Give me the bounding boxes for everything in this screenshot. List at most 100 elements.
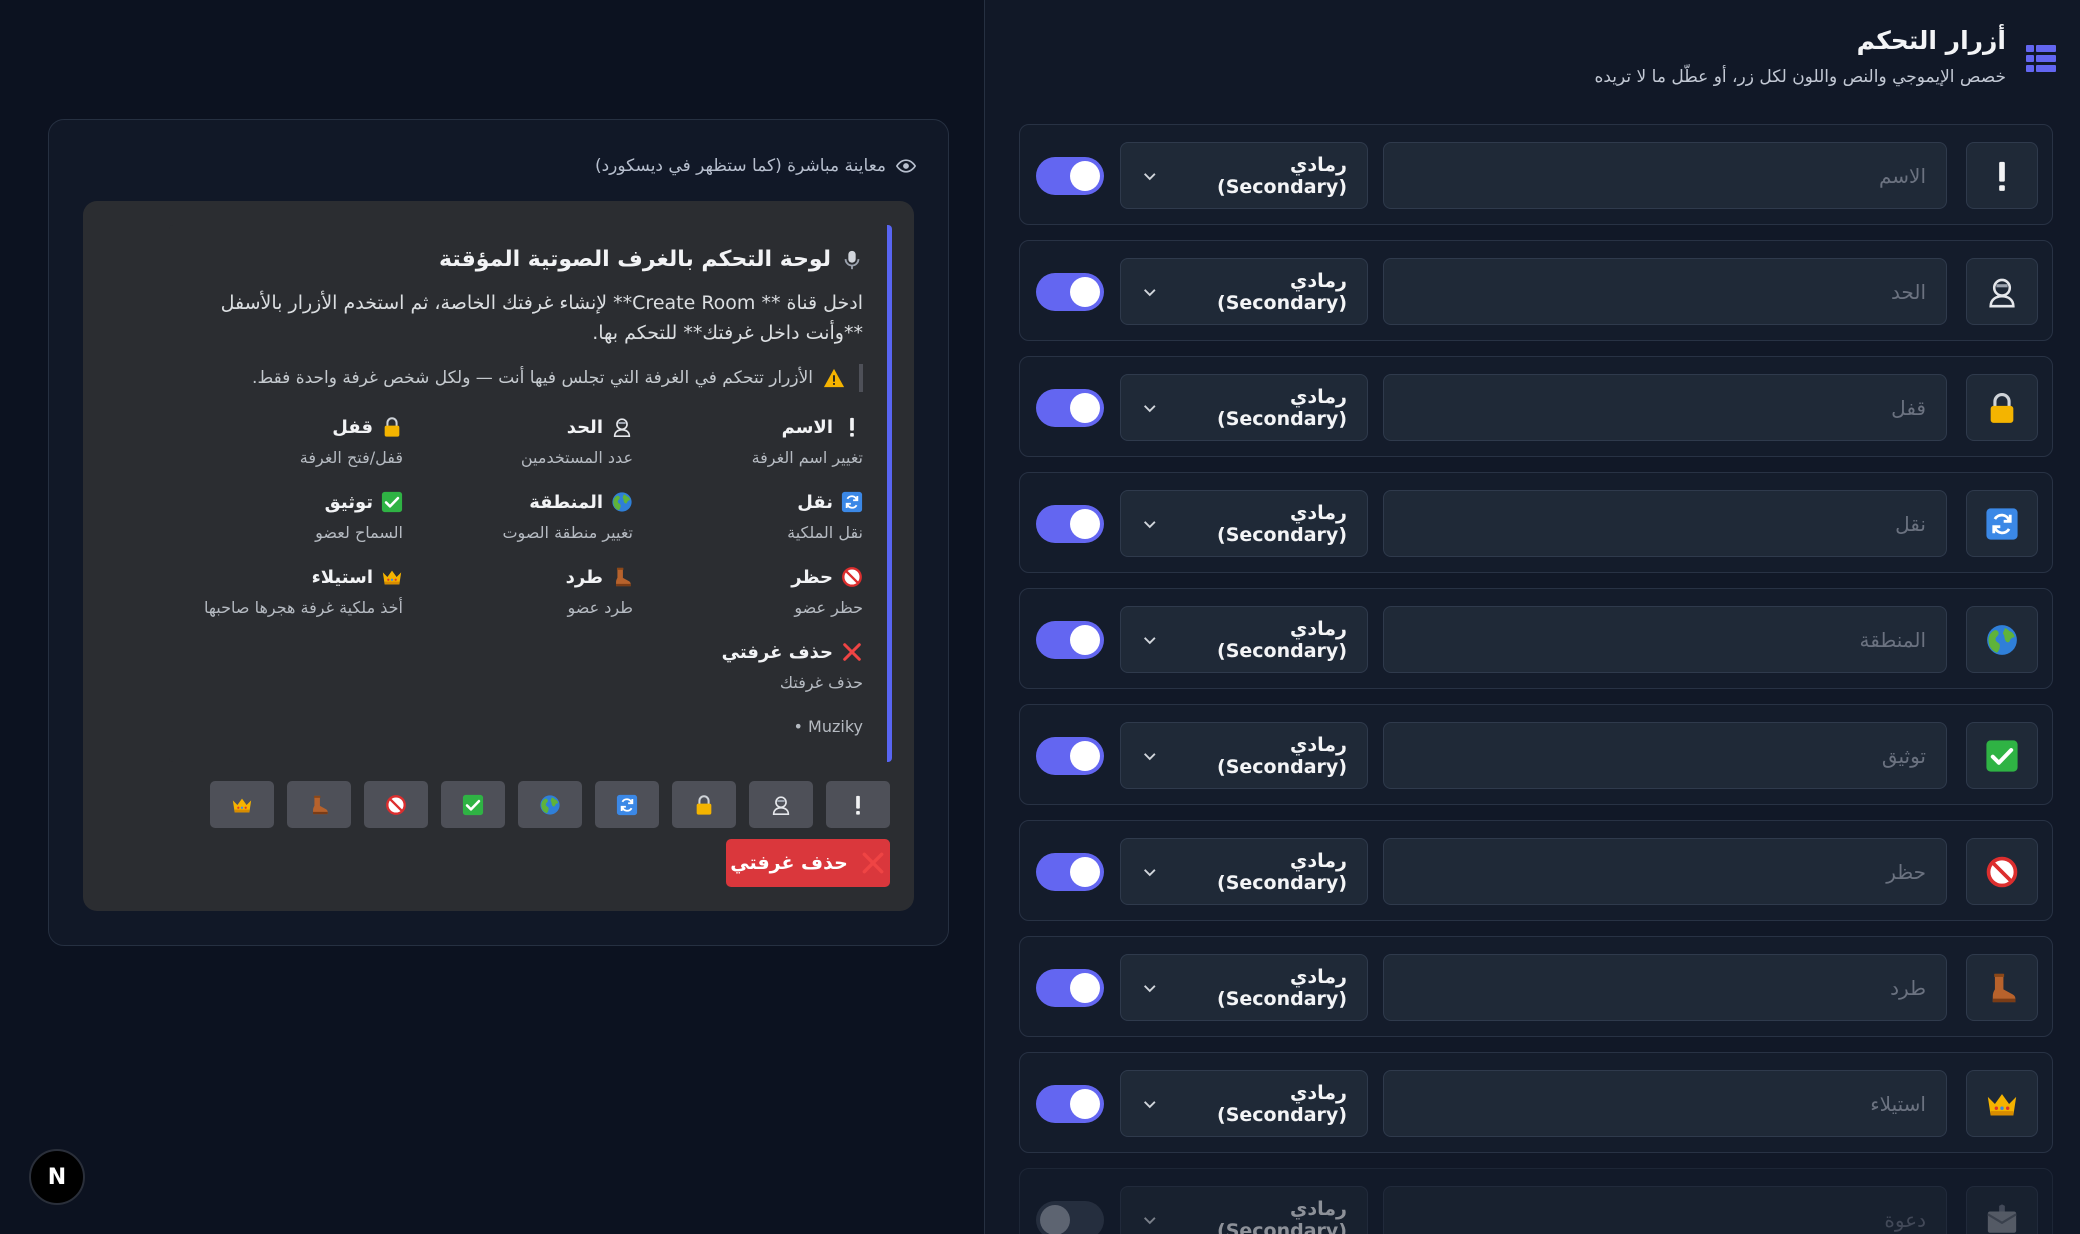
button-label-input[interactable] [1383, 142, 1947, 209]
lock-icon [1985, 391, 2019, 425]
check-icon [1985, 739, 2019, 773]
emoji-picker-button[interactable] [1966, 606, 2038, 673]
globe-icon [611, 491, 633, 513]
button-label-input[interactable] [1383, 954, 1947, 1021]
button-style-select[interactable]: رمادي (Secondary) [1120, 374, 1368, 441]
boot-button[interactable] [287, 781, 351, 828]
crown-icon [1985, 1087, 2019, 1121]
emoji-picker-button[interactable] [1966, 374, 2038, 441]
select-value: رمادي (Secondary) [1217, 965, 1347, 1010]
enable-toggle[interactable] [1036, 505, 1104, 543]
emoji-picker-button[interactable] [1966, 1186, 2038, 1234]
select-value: رمادي (Secondary) [1217, 733, 1347, 778]
button-style-select[interactable]: رمادي (Secondary) [1120, 258, 1368, 325]
controls-subtitle: خصص الإيموجي والنص واللون لكل زر، أو عطّ… [1594, 67, 2006, 87]
enable-toggle[interactable] [1036, 1201, 1104, 1234]
toggle-knob [1070, 857, 1100, 887]
controls-panel: أزرار التحكم خصص الإيموجي والنص واللون ل… [984, 0, 2080, 1234]
crown-button[interactable] [210, 781, 274, 828]
embed-field: الاسم تغيير اسم الغرفة [633, 414, 863, 468]
button-label-input[interactable] [1383, 606, 1947, 673]
enable-toggle[interactable] [1036, 853, 1104, 891]
emoji-picker-button[interactable] [1966, 954, 2038, 1021]
button-label-input[interactable] [1383, 722, 1947, 789]
emoji-picker-button[interactable] [1966, 838, 2038, 905]
button-config-row: رمادي (Secondary) [1019, 472, 2053, 573]
select-value: رمادي (Secondary) [1217, 501, 1347, 546]
emoji-picker-button[interactable] [1966, 490, 2038, 557]
controls-title: أزرار التحكم [1856, 26, 2006, 55]
button-style-select[interactable]: رمادي (Secondary) [1120, 606, 1368, 673]
button-label-input[interactable] [1383, 374, 1947, 441]
exclamation-button[interactable] [826, 781, 890, 828]
button-style-select[interactable]: رمادي (Secondary) [1120, 1070, 1368, 1137]
user-limit-icon [1985, 275, 2019, 309]
button-config-row: رمادي (Secondary) [1019, 820, 2053, 921]
boot-icon [1985, 971, 2019, 1005]
toggle-knob [1070, 277, 1100, 307]
button-config-row: رمادي (Secondary) [1019, 1168, 2053, 1234]
embed-field: حذف غرفتي حذف غرفتك [633, 639, 863, 693]
button-style-select[interactable]: رمادي (Secondary) [1120, 838, 1368, 905]
warning-icon [823, 367, 845, 389]
select-value: رمادي (Secondary) [1217, 849, 1347, 894]
transfer-button[interactable] [595, 781, 659, 828]
emoji-picker-button[interactable] [1966, 722, 2038, 789]
toggle-knob [1070, 509, 1100, 539]
n-badge[interactable]: N [29, 1149, 85, 1205]
globe-button[interactable] [518, 781, 582, 828]
enable-toggle[interactable] [1036, 621, 1104, 659]
select-value: رمادي (Secondary) [1217, 617, 1347, 662]
button-style-select[interactable]: رمادي (Secondary) [1120, 490, 1368, 557]
select-value: رمادي (Secondary) [1217, 1197, 1347, 1234]
crown-icon [231, 794, 253, 816]
button-style-select[interactable]: رمادي (Secondary) [1120, 1186, 1368, 1234]
select-value: رمادي (Secondary) [1217, 1081, 1347, 1126]
enable-toggle[interactable] [1036, 1085, 1104, 1123]
button-label-input[interactable] [1383, 1070, 1947, 1137]
embed-field-name: الحد [403, 414, 633, 440]
exclamation-icon [847, 794, 869, 816]
select-value: رمادي (Secondary) [1217, 269, 1347, 314]
embed-field: نقل نقل الملكية [633, 489, 863, 542]
emoji-picker-button[interactable] [1966, 1070, 2038, 1137]
button-label-input[interactable] [1383, 490, 1947, 557]
button-label-input[interactable] [1383, 838, 1947, 905]
button-config-row: رمادي (Secondary) [1019, 936, 2053, 1037]
exclamation-icon [841, 416, 863, 438]
select-value: رمادي (Secondary) [1217, 153, 1347, 198]
button-label-input[interactable] [1383, 1186, 1947, 1234]
button-config-row: رمادي (Secondary) [1019, 124, 2053, 225]
toggle-knob [1070, 625, 1100, 655]
emoji-picker-button[interactable] [1966, 142, 2038, 209]
button-style-select[interactable]: رمادي (Secondary) [1120, 954, 1368, 1021]
toggle-knob [1070, 393, 1100, 423]
component-button-row [210, 781, 890, 828]
enable-toggle[interactable] [1036, 157, 1104, 195]
lock-button[interactable] [672, 781, 736, 828]
emoji-picker-button[interactable] [1966, 258, 2038, 325]
delete-room-button[interactable]: حذف غرفتي [726, 839, 890, 887]
chevron-down-icon [1144, 1216, 1156, 1224]
embed-field-name: نقل [633, 489, 863, 515]
discord-message-card: لوحة التحكم بالغرف الصوتية المؤقتة ادخل … [83, 201, 914, 911]
crown-icon [381, 566, 403, 588]
embed-field-value: عدد المستخدمين [520, 448, 633, 467]
button-style-select[interactable]: رمادي (Secondary) [1120, 722, 1368, 789]
button-style-select[interactable]: رمادي (Secondary) [1120, 142, 1368, 209]
user-limit-button[interactable] [749, 781, 813, 828]
check-button[interactable] [441, 781, 505, 828]
enable-toggle[interactable] [1036, 273, 1104, 311]
eye-icon [896, 159, 916, 173]
embed-field: استيلاء أخذ ملكية غرفة هجرها صاحبها [173, 564, 403, 618]
enable-toggle[interactable] [1036, 737, 1104, 775]
check-icon [462, 794, 484, 816]
enable-toggle[interactable] [1036, 969, 1104, 1007]
embed-field-value: أخذ ملكية غرفة هجرها صاحبها [204, 598, 403, 617]
button-label-input[interactable] [1383, 258, 1947, 325]
embed-title-text: لوحة التحكم بالغرف الصوتية المؤقتة [439, 247, 831, 272]
enable-toggle[interactable] [1036, 389, 1104, 427]
delete-room-label: حذف غرفتي [730, 852, 848, 874]
ban-button[interactable] [364, 781, 428, 828]
transfer-icon [841, 491, 863, 513]
